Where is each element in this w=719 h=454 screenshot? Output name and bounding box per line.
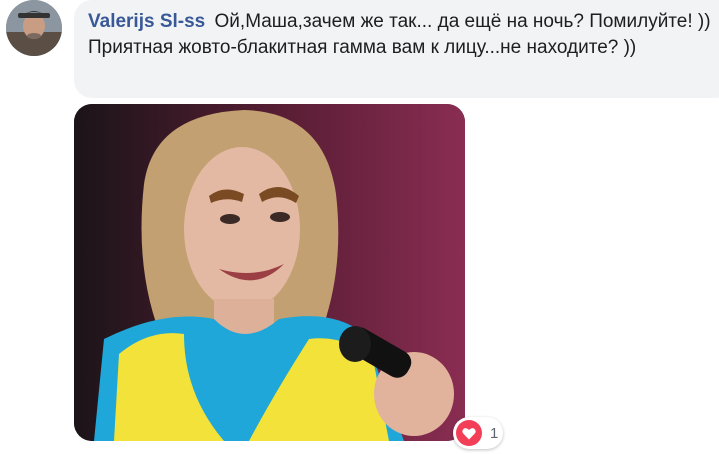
comment-photo[interactable] xyxy=(74,104,465,441)
user-avatar-icon xyxy=(6,0,62,56)
photo-image xyxy=(74,104,465,441)
comment: Valerijs Sl-ss Ой,Маша,зачем же так... д… xyxy=(0,0,719,454)
reaction-summary[interactable]: 1 xyxy=(453,417,503,449)
heart-icon xyxy=(456,420,482,446)
reaction-count: 1 xyxy=(490,424,499,442)
comment-bubble: Valerijs Sl-ss Ой,Маша,зачем же так... д… xyxy=(74,0,719,98)
avatar[interactable] xyxy=(6,0,62,56)
comment-author[interactable]: Valerijs Sl-ss xyxy=(88,11,205,32)
